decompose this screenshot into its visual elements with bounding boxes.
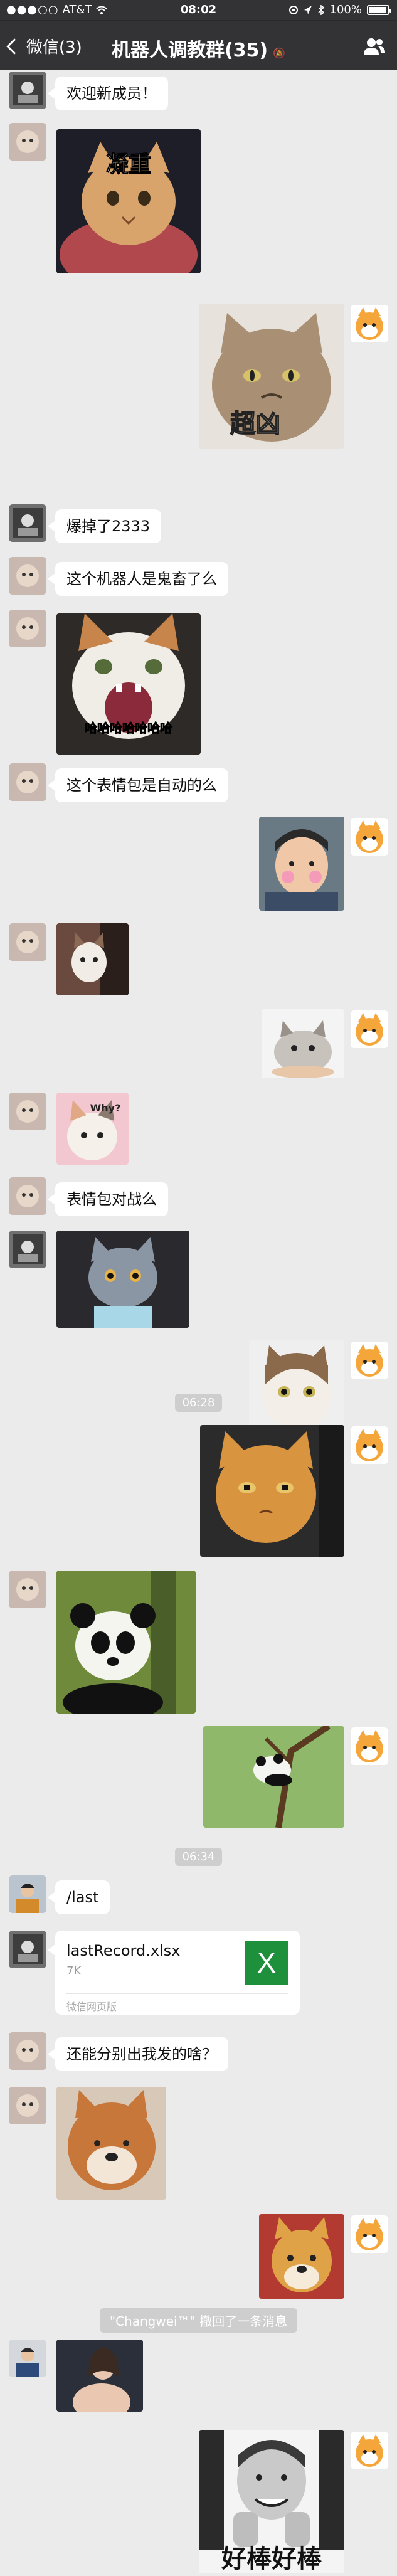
sticker-caption: 好棒好棒	[221, 2545, 322, 2573]
sticker-image[interactable]: Why?	[56, 1093, 129, 1165]
avatar[interactable]	[9, 1231, 46, 1268]
sticker-image[interactable]	[56, 1571, 196, 1714]
avatar-self[interactable]	[351, 1342, 388, 1379]
avatar[interactable]	[9, 610, 46, 647]
avatar-self[interactable]	[351, 818, 388, 856]
sticker-image[interactable]	[56, 1231, 189, 1328]
time-divider: 06:34	[0, 1848, 397, 1866]
avatar[interactable]	[9, 557, 46, 595]
message-row: 欢迎新成员！	[0, 72, 397, 122]
message-row	[0, 2087, 397, 2206]
avatar-self[interactable]	[351, 2215, 388, 2253]
battery-percent: 100%	[329, 3, 362, 16]
message-row: 凝重	[0, 123, 397, 276]
message-row: 表情包对战么	[0, 1177, 397, 1227]
bluetooth-icon	[317, 4, 324, 15]
message-row	[0, 923, 397, 999]
sticker-image[interactable]: 好棒好棒	[199, 2430, 344, 2573]
avatar[interactable]	[9, 1571, 46, 1608]
chat-title-text: 机器人调教群(35)	[111, 40, 268, 61]
recall-text: "Changwei™" 撤回了一条消息	[99, 2308, 298, 2333]
message-text[interactable]: 爆掉了2333	[47, 509, 162, 543]
message-row: 这个表情包是自动的么	[0, 763, 397, 814]
message-row: 好棒好棒	[0, 2430, 397, 2576]
sticker-caption: 哈哈哈哈哈哈哈	[85, 721, 172, 736]
avatar[interactable]	[9, 1875, 46, 1913]
recall-notice: "Changwei™" 撤回了一条消息	[0, 2308, 397, 2333]
avatar[interactable]	[9, 1093, 46, 1130]
chat-title: 机器人调教群(35) 🔕	[0, 34, 397, 62]
message-text[interactable]: 还能分别出我发的啥？	[48, 2037, 228, 2071]
file-card[interactable]: lastRecord.xlsx 7K X 微信网页版	[48, 1931, 300, 2015]
message-row: 还能分别出我发的啥？	[0, 2032, 397, 2082]
avatar-self[interactable]	[351, 1727, 388, 1765]
sticker-image[interactable]: 超凶	[199, 304, 344, 449]
message-text[interactable]: 欢迎新成员！	[48, 77, 168, 110]
message-row	[0, 817, 397, 917]
sticker-caption: 超凶	[230, 410, 280, 438]
sticker-image[interactable]	[259, 2214, 344, 2299]
avatar[interactable]	[9, 2340, 46, 2377]
excel-file-icon: X	[245, 1941, 288, 1985]
avatar-self[interactable]	[351, 305, 388, 342]
sticker-caption: 凝重	[106, 152, 151, 178]
avatar[interactable]	[9, 2087, 46, 2124]
sticker-image[interactable]	[262, 1009, 344, 1078]
avatar[interactable]	[9, 123, 46, 161]
file-name: lastRecord.xlsx	[66, 1942, 181, 1959]
message-row: 哈哈哈哈哈哈哈	[0, 610, 397, 760]
sticker-image[interactable]: 凝重	[56, 129, 201, 273]
sticker-image[interactable]	[56, 2340, 143, 2412]
avatar[interactable]	[9, 2032, 46, 2070]
message-row	[0, 2214, 397, 2302]
sticker-image[interactable]: 哈哈哈哈哈哈哈	[56, 613, 201, 755]
message-row	[0, 1571, 397, 1718]
message-row: Why?	[0, 1093, 397, 1171]
lock-rotation-icon	[288, 5, 298, 14]
mute-icon: 🔕	[273, 47, 286, 59]
message-row: lastRecord.xlsx 7K X 微信网页版	[0, 1931, 397, 2018]
avatar[interactable]	[9, 763, 46, 801]
divider	[66, 1993, 288, 1994]
avatar[interactable]	[9, 72, 46, 109]
nav-bar: 微信(3) 机器人调教群(35) 🔕	[0, 20, 397, 70]
time-divider: 06:28	[0, 1394, 397, 1412]
file-size: 7K	[66, 1964, 82, 1978]
message-text[interactable]: 表情包对战么	[48, 1182, 168, 1216]
avatar[interactable]	[9, 504, 46, 542]
message-text[interactable]: 这个表情包是自动的么	[48, 768, 228, 802]
message-row	[0, 1231, 397, 1331]
status-bar: ●●●○○ AT&T 08:02 100%	[0, 0, 397, 20]
top-bar: ●●●○○ AT&T 08:02 100% 微信(3) 机器人调教群(35) 🔕	[0, 0, 397, 70]
avatar[interactable]	[9, 1931, 46, 1968]
location-icon	[304, 5, 312, 14]
message-text[interactable]: /last	[47, 1880, 110, 1914]
time-label: 06:28	[174, 1394, 223, 1412]
sticker-image[interactable]	[203, 1726, 344, 1828]
group-info-icon[interactable]	[363, 37, 386, 56]
message-row: 超凶	[0, 304, 397, 454]
message-row: 爆掉了2333	[0, 504, 397, 554]
chat-area[interactable]: 欢迎新成员！ 凝重 超凶 爆掉了2333 这个机器人是鬼畜了么 哈哈哈哈哈哈哈 …	[0, 70, 397, 2573]
message-text[interactable]: 这个机器人是鬼畜了么	[48, 562, 228, 596]
message-row	[0, 1425, 397, 1560]
avatar-self[interactable]	[351, 2432, 388, 2469]
message-row	[0, 1726, 397, 1833]
sticker-image[interactable]	[56, 923, 129, 995]
sticker-image[interactable]	[200, 1425, 344, 1557]
sticker-image[interactable]	[259, 817, 344, 911]
sticker-caption: Why?	[90, 1102, 121, 1114]
avatar[interactable]	[9, 1177, 46, 1215]
message-row: 这个机器人是鬼畜了么	[0, 557, 397, 607]
avatar-self[interactable]	[351, 1010, 388, 1048]
file-source: 微信网页版	[66, 2001, 117, 2013]
message-row	[0, 2340, 397, 2418]
time-label: 06:34	[174, 1848, 223, 1866]
avatar[interactable]	[9, 923, 46, 961]
avatar-self[interactable]	[351, 1426, 388, 1464]
message-row	[0, 1009, 397, 1081]
sticker-image[interactable]	[56, 2087, 166, 2200]
message-row: /last	[0, 1875, 397, 1926]
battery-icon	[367, 4, 391, 15]
